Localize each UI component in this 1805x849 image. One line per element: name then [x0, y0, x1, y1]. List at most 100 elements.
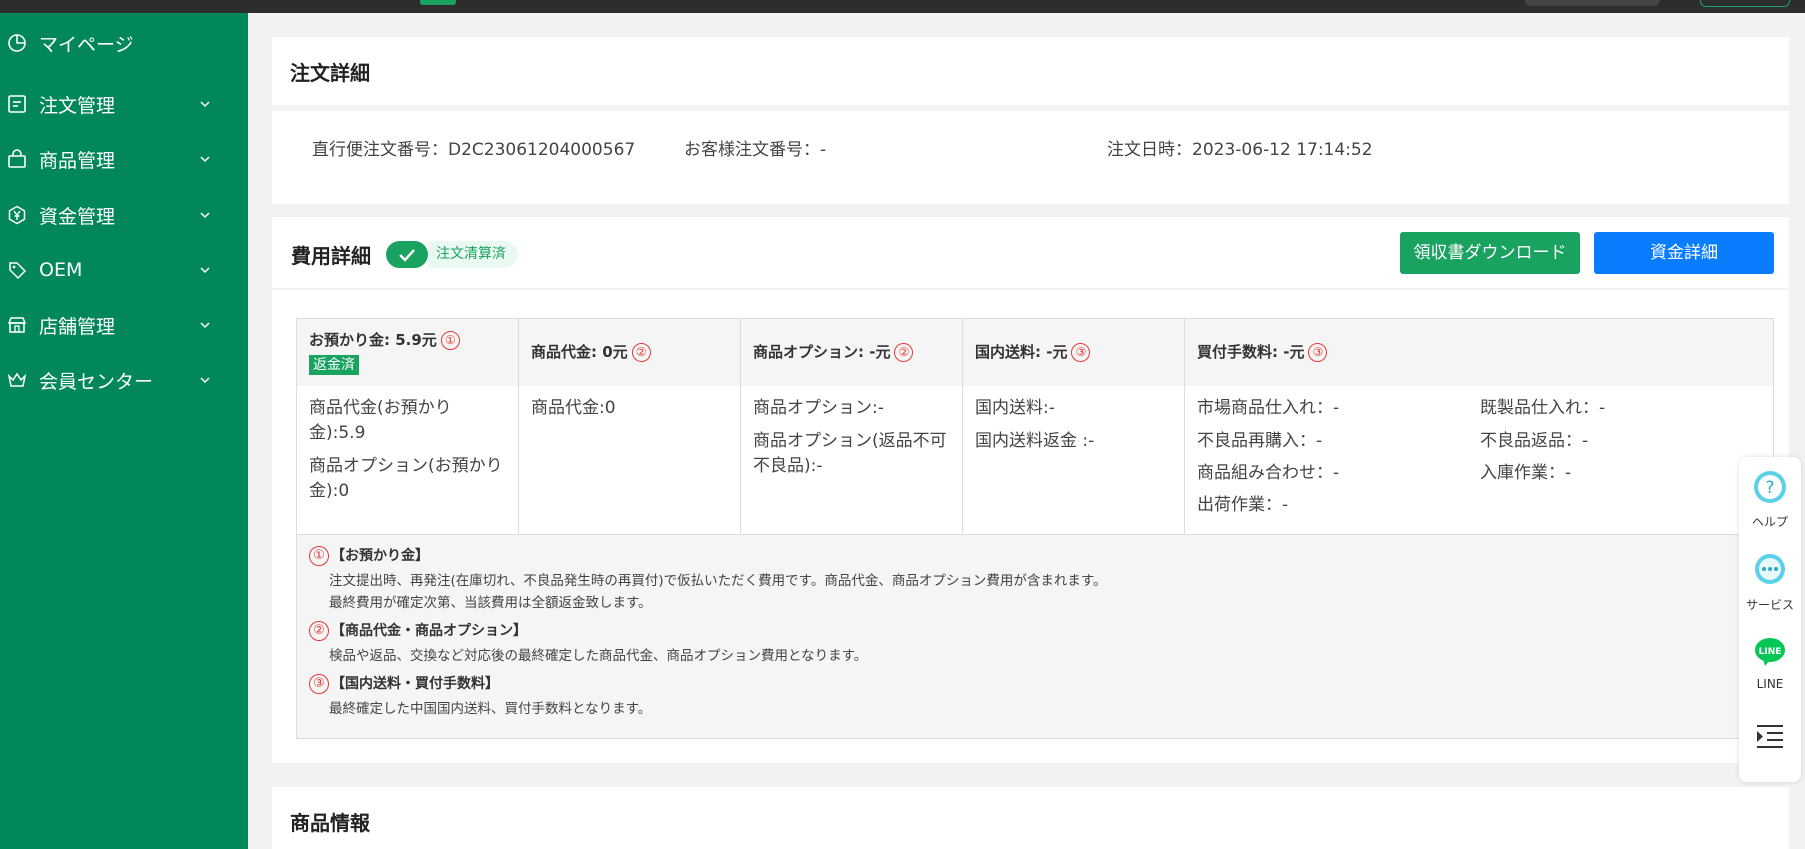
- product-info-title: 商品情報: [290, 811, 370, 835]
- divider: [272, 288, 1789, 290]
- fee-column-header: 買付手数料: -元 ③: [1185, 319, 1773, 386]
- status-badge: 注文清算済: [428, 241, 518, 268]
- sidebar-item-member-center[interactable]: 会員センター: [0, 360, 248, 400]
- floating-toolbar: ? ヘルプ サービス LINE LINE: [1739, 457, 1801, 782]
- top-action-button[interactable]: [1700, 0, 1790, 7]
- sidebar-item-label: 会員センター: [39, 370, 154, 393]
- fee-line: 市場商品仕入れ：-: [1197, 398, 1340, 418]
- fee-column-header: 商品オプション: -元 ②: [741, 319, 962, 386]
- crown-icon: [7, 370, 27, 390]
- fee-header-label: 買付手数料: -元: [1197, 343, 1305, 361]
- browser-top-bar: [0, 0, 1805, 13]
- order-list-icon: [7, 94, 27, 114]
- note-text: 注文提出時、再発注(在庫切れ、不良品発生時の再買付)で仮払いただく費用です。商品…: [329, 573, 1107, 589]
- line-logo-text: LINE: [1759, 647, 1782, 657]
- fee-line: 商品組み合わせ：-: [1197, 463, 1340, 483]
- fee-column-body: 商品代金:0: [519, 386, 740, 534]
- refunded-badge: 返金済: [309, 355, 359, 375]
- sidebar-item-mypage[interactable]: マイページ: [0, 23, 248, 63]
- sidebar-item-orders[interactable]: 注文管理: [0, 84, 248, 124]
- note-marker: ②: [309, 621, 329, 641]
- customer-order-number: お客様注文番号：-: [684, 140, 827, 160]
- fee-column-product-option: 商品オプション: -元 ② 商品オプション:- 商品オプション(返品不可不良品):…: [741, 319, 963, 534]
- sidebar-item-label: マイページ: [39, 33, 134, 56]
- line-label: LINE: [1756, 677, 1784, 691]
- indent-menu-icon: [1757, 725, 1783, 748]
- note-marker: ②: [894, 343, 914, 362]
- chevron-down-icon: [200, 212, 210, 219]
- fee-line: 国内送料返金 :-: [975, 431, 1095, 451]
- note-marker: ①: [440, 331, 460, 350]
- note-marker: ①: [309, 546, 329, 566]
- fee-line: 商品代金:0: [531, 398, 616, 418]
- pie-chart-icon: [7, 33, 27, 53]
- fund-detail-button[interactable]: 資金詳細: [1594, 232, 1774, 274]
- receipt-download-button[interactable]: 領収書ダウンロード: [1400, 232, 1580, 274]
- line-button[interactable]: LINE LINE: [1739, 635, 1801, 691]
- sidebar-item-label: OEM: [39, 259, 83, 281]
- note-marker: ③: [1071, 343, 1091, 362]
- svg-text:?: ?: [1765, 478, 1774, 498]
- fee-line: 出荷作業：-: [1197, 495, 1289, 515]
- note-text: 最終確定した中国国内送料、買付手数料となります。: [329, 701, 652, 717]
- chevron-down-icon: [200, 322, 210, 329]
- fee-header-label: 商品オプション: -元: [753, 343, 891, 361]
- note-marker: ③: [309, 674, 329, 694]
- order-info-card: 直行便注文番号：D2C23061204000567 お客様注文番号：- 注文日時…: [272, 111, 1789, 204]
- fee-line: 商品オプション(お預かり金):0: [309, 456, 503, 501]
- fee-header-label: 商品代金: 0元: [531, 343, 628, 361]
- fee-column-body: 商品代金(お預かり金):5.9 商品オプション(お預かり金):0: [297, 386, 518, 534]
- fee-header-label: お預かり金: 5.9元: [309, 331, 437, 349]
- fee-column-product-price: 商品代金: 0元 ② 商品代金:0: [519, 319, 741, 534]
- fee-column-purchase-commission: 買付手数料: -元 ③ 市場商品仕入れ：- 既製品仕入れ：- 不良品再購入：- 不…: [1185, 319, 1773, 534]
- order-datetime: 注文日時：2023-06-12 17:14:52: [1107, 140, 1373, 160]
- fee-line: 商品代金(お預かり金):5.9: [309, 398, 452, 443]
- line-logo-icon: LINE: [1755, 638, 1785, 666]
- fee-notes: ① 【お預かり金】 注文提出時、再発注(在庫切れ、不良品発生時の再買付)で仮払いた…: [297, 534, 1773, 739]
- settled-check-icon: [386, 241, 428, 268]
- sidebar-item-funds[interactable]: 資金管理: [0, 195, 248, 235]
- collapse-menu-button[interactable]: [1739, 722, 1801, 754]
- help-button[interactable]: ? ヘルプ: [1739, 469, 1801, 530]
- service-button[interactable]: サービス: [1739, 552, 1801, 613]
- store-icon: [7, 315, 27, 335]
- fee-line: 商品オプション(返品不可不良品):-: [753, 431, 947, 476]
- sidebar-item-stores[interactable]: 店舗管理: [0, 305, 248, 345]
- fee-line: 商品オプション:-: [753, 398, 884, 418]
- chevron-down-icon: [200, 267, 210, 274]
- note-text: 最終費用が確定次第、当該費用は全額返金致します。: [329, 595, 652, 611]
- tag-icon: [7, 260, 27, 280]
- fee-table: お預かり金: 5.9元 ① 返金済 商品代金(お預かり金):5.9 商品オプション…: [296, 318, 1774, 739]
- sidebar: マイページ 注文管理 商品管理 資金管理 OEM 店舗管理 会員センター: [0, 13, 248, 849]
- fee-line: 国内送料:-: [975, 398, 1055, 418]
- fee-column-body: 商品オプション:- 商品オプション(返品不可不良品):-: [741, 386, 962, 534]
- fee-column-header: 国内送料: -元 ③: [963, 319, 1184, 386]
- page-title: 注文詳細: [290, 61, 370, 85]
- note-marker: ②: [631, 343, 651, 362]
- sidebar-item-label: 資金管理: [39, 205, 116, 228]
- sidebar-item-products[interactable]: 商品管理: [0, 139, 248, 179]
- sidebar-item-oem[interactable]: OEM: [0, 250, 248, 290]
- fee-line: 既製品仕入れ：-: [1480, 398, 1606, 418]
- help-label: ヘルプ: [1751, 515, 1788, 529]
- sidebar-item-label: 店舗管理: [39, 315, 116, 338]
- fee-column-header: 商品代金: 0元 ②: [519, 319, 740, 386]
- note-text: 検品や返品、交換など対応後の最終確定した商品代金、商品オプション費用となります。: [329, 648, 868, 664]
- note-title: 【お預かり金】: [331, 548, 429, 564]
- fee-column-body: 市場商品仕入れ：- 既製品仕入れ：- 不良品再購入：- 不良品返品：- 商品組み…: [1185, 386, 1773, 534]
- product-info-card: 商品情報: [272, 787, 1789, 849]
- chevron-down-icon: [200, 377, 210, 384]
- fee-detail-title: 費用詳細: [291, 244, 371, 268]
- fee-column-deposit: お預かり金: 5.9元 ① 返金済 商品代金(お預かり金):5.9 商品オプション…: [297, 319, 519, 534]
- fee-line: 不良品返品：-: [1480, 431, 1589, 451]
- note-marker: ③: [1308, 343, 1328, 362]
- fee-line: 入庫作業：-: [1480, 463, 1572, 483]
- help-icon: ?: [1754, 471, 1786, 503]
- service-label: サービス: [1745, 598, 1794, 612]
- order-title-card: 注文詳細: [272, 37, 1789, 105]
- direct-order-number: 直行便注文番号：D2C23061204000567: [312, 140, 636, 160]
- fee-column-domestic-shipping: 国内送料: -元 ③ 国内送料:- 国内送料返金 :-: [963, 319, 1185, 534]
- top-search-box[interactable]: [1525, 0, 1660, 6]
- note-title: 【国内送料・買付手数料】: [331, 676, 499, 692]
- fee-column-body: 国内送料:- 国内送料返金 :-: [963, 386, 1184, 534]
